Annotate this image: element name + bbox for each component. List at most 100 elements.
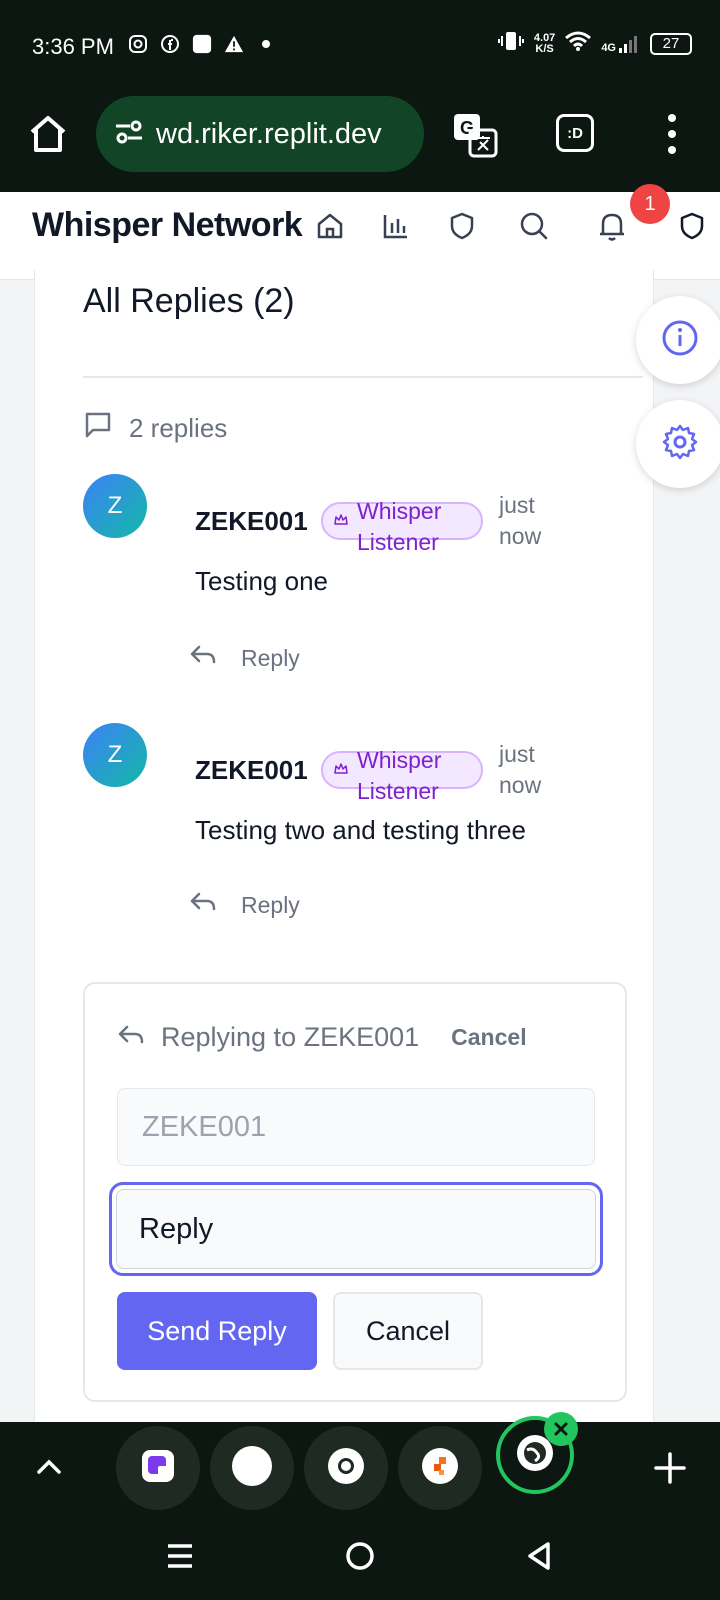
tab-thumbnail[interactable] bbox=[304, 1426, 388, 1510]
network-speed: 4.07 K/S bbox=[533, 31, 556, 55]
url-text: wd.riker.replit.dev bbox=[156, 117, 382, 150]
dots-app-icon bbox=[420, 1446, 460, 1491]
reply-button[interactable]: Reply bbox=[189, 891, 300, 919]
home-button-icon[interactable] bbox=[340, 1536, 380, 1576]
reply-timestamp: just now bbox=[499, 490, 579, 552]
app-logo-icon bbox=[140, 1448, 176, 1489]
status-time: 3:36 PM bbox=[32, 34, 114, 59]
translate-icon[interactable]: G bbox=[452, 112, 498, 158]
home-icon[interactable] bbox=[26, 112, 70, 156]
vibrate-icon bbox=[497, 30, 524, 57]
crown-icon bbox=[333, 761, 349, 782]
replies-card: All Replies (2) 2 replies Z ZEKE001 Whis… bbox=[34, 270, 654, 1430]
role-text: Whisper Listener bbox=[357, 745, 477, 807]
replying-to-row: Replying to ZEKE001 Cancel bbox=[117, 1022, 527, 1053]
info-icon bbox=[660, 318, 700, 363]
address-bar[interactable]: wd.riker.replit.dev bbox=[96, 96, 424, 172]
facebook-icon bbox=[160, 34, 180, 54]
home-nav-icon[interactable] bbox=[310, 206, 350, 246]
time-line-2: now bbox=[499, 523, 542, 549]
reply-form: Replying to ZEKE001 Cancel ZEKE001 Reply… bbox=[83, 982, 627, 1402]
role-text: Whisper Listener bbox=[357, 496, 477, 558]
app-header: Whisper Network 1 bbox=[0, 184, 720, 280]
role-line-1: Whisper bbox=[357, 747, 442, 773]
replies-count-row: 2 replies bbox=[83, 410, 227, 447]
reply-input[interactable]: Reply bbox=[116, 1189, 596, 1269]
replying-to-text: Replying to ZEKE001 bbox=[161, 1022, 420, 1052]
role-line-2: Listener bbox=[357, 529, 439, 555]
avatar[interactable]: Z bbox=[83, 474, 147, 538]
back-icon[interactable] bbox=[520, 1536, 560, 1576]
reply-body: Testing two and testing three bbox=[195, 815, 526, 845]
reply-body: Testing one bbox=[195, 566, 328, 596]
time-line-2: now bbox=[499, 772, 542, 798]
replies-count-text: 2 replies bbox=[129, 413, 228, 443]
tab-thumbnail[interactable] bbox=[210, 1426, 294, 1510]
system-navigation-bar bbox=[0, 1516, 720, 1600]
site-settings-icon[interactable] bbox=[114, 119, 144, 150]
reply-arrow-icon bbox=[117, 1022, 145, 1053]
cancel-button[interactable]: Cancel bbox=[333, 1292, 483, 1370]
app-icon bbox=[192, 34, 212, 54]
status-notification-icons bbox=[128, 34, 276, 54]
close-tab-icon[interactable] bbox=[544, 1412, 578, 1446]
warning-icon bbox=[224, 34, 244, 54]
role-line-2: Listener bbox=[357, 778, 439, 804]
brand-title[interactable]: Whisper Network bbox=[32, 206, 303, 245]
browser-tab-strip bbox=[0, 1412, 720, 1516]
role-badge: Whisper Listener bbox=[321, 747, 483, 804]
search-icon[interactable] bbox=[514, 206, 554, 246]
reply-arrow-icon bbox=[189, 644, 217, 672]
blank-tab-icon bbox=[231, 1445, 273, 1492]
tab-switcher-button[interactable]: :D bbox=[556, 114, 594, 152]
reply-timestamp: just now bbox=[499, 739, 579, 801]
section-divider bbox=[83, 376, 643, 378]
network-speed-value: 4.07 bbox=[533, 31, 556, 44]
reply-author[interactable]: ZEKE001 bbox=[195, 755, 308, 786]
reply-button[interactable]: Reply bbox=[189, 644, 300, 672]
reply-author[interactable]: ZEKE001 bbox=[195, 506, 308, 537]
reply-button-label: Reply bbox=[241, 891, 300, 918]
notification-count-badge: 1 bbox=[630, 184, 670, 224]
admin-shield-icon[interactable] bbox=[672, 206, 712, 246]
wifi-icon bbox=[565, 30, 592, 57]
shield-nav-icon[interactable] bbox=[442, 206, 482, 246]
message-icon bbox=[83, 410, 113, 447]
time-line-1: just bbox=[499, 741, 535, 767]
gear-icon bbox=[660, 422, 700, 467]
reply-input-focus-ring: Reply bbox=[109, 1182, 603, 1276]
svg-text:G: G bbox=[460, 118, 474, 138]
reply-arrow-icon bbox=[189, 891, 217, 919]
recent-apps-icon[interactable] bbox=[160, 1536, 200, 1576]
cell-signal-icon: 4G bbox=[601, 34, 640, 54]
crown-icon bbox=[333, 512, 349, 533]
tab-thumbnail[interactable] bbox=[116, 1426, 200, 1510]
instagram-icon bbox=[128, 34, 148, 54]
info-fab[interactable] bbox=[636, 296, 720, 384]
browser-menu-icon[interactable] bbox=[660, 114, 684, 154]
status-bar: 3:36 PM 4.07 K/S 4G 27 bbox=[0, 0, 720, 92]
author-name-field[interactable]: ZEKE001 bbox=[117, 1088, 595, 1166]
notifications-bell-icon[interactable] bbox=[592, 206, 632, 246]
time-line-1: just bbox=[499, 492, 535, 518]
chevron-up-icon[interactable] bbox=[34, 1452, 64, 1482]
replies-section-title: All Replies (2) bbox=[83, 282, 295, 320]
network-speed-unit: K/S bbox=[535, 42, 554, 55]
network-type: 4G bbox=[601, 41, 616, 54]
cancel-reply-link[interactable]: Cancel bbox=[451, 1024, 526, 1051]
settings-fab[interactable] bbox=[636, 400, 720, 488]
new-tab-icon[interactable] bbox=[650, 1448, 690, 1488]
avatar[interactable]: Z bbox=[83, 723, 147, 787]
send-reply-button[interactable]: Send Reply bbox=[117, 1292, 317, 1370]
chrome-icon bbox=[326, 1446, 366, 1491]
battery-indicator: 27 bbox=[650, 32, 692, 55]
reply-button-label: Reply bbox=[241, 644, 300, 671]
stats-nav-icon[interactable] bbox=[376, 206, 416, 246]
dot-icon bbox=[256, 34, 276, 54]
role-line-1: Whisper bbox=[357, 498, 442, 524]
browser-toolbar: wd.riker.replit.dev G :D bbox=[0, 92, 720, 192]
active-tab-thumbnail[interactable] bbox=[496, 1412, 578, 1494]
status-system-icons: 4.07 K/S 4G 27 bbox=[497, 30, 692, 57]
role-badge: Whisper Listener bbox=[321, 498, 483, 555]
tab-thumbnail[interactable] bbox=[398, 1426, 482, 1510]
